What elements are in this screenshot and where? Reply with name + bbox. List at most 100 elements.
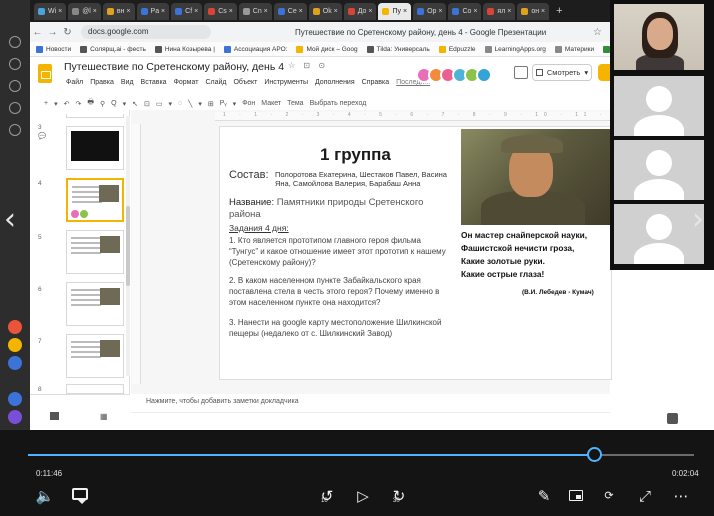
- toolbar-button[interactable]: ▾: [198, 100, 202, 108]
- toolbar-button[interactable]: +: [44, 100, 48, 107]
- browser-tab[interactable]: До ×: [343, 2, 377, 20]
- menu-item[interactable]: Объект: [233, 79, 257, 86]
- explore-icon[interactable]: [667, 413, 678, 424]
- toolbar-theme-button[interactable]: Тема: [287, 100, 303, 107]
- bookmark-item[interactable]: Ассоциация АРО:: [223, 45, 287, 53]
- menu-item[interactable]: Справка: [362, 79, 389, 86]
- poem-author[interactable]: (В.И. Лебедев - Кумач): [522, 289, 594, 296]
- toolbar-button[interactable]: ▾: [54, 100, 58, 108]
- app-icon[interactable]: [9, 58, 21, 70]
- current-slide[interactable]: 1 группа Состав: Полоротова Екатерина, Ш…: [219, 126, 612, 380]
- bookmark-item[interactable]: Edpuzzle: [438, 45, 476, 53]
- toolbar-button[interactable]: ▭: [156, 100, 163, 108]
- host-video-tile[interactable]: [614, 4, 704, 70]
- composition-label[interactable]: Состав:: [229, 169, 269, 181]
- play-icon[interactable]: ▷: [352, 485, 374, 507]
- toolbar-background-button[interactable]: Фон: [242, 100, 255, 107]
- app-icon[interactable]: [9, 80, 21, 92]
- captions-icon[interactable]: [72, 488, 88, 504]
- volume-icon[interactable]: 🔈: [34, 485, 56, 507]
- browser-tab[interactable]: Ce ×: [273, 2, 307, 20]
- slides-logo-icon[interactable]: [38, 64, 52, 83]
- forward-icon[interactable]: ↻ 30: [388, 485, 410, 507]
- app-dot-icon[interactable]: [8, 320, 22, 334]
- slide-thumbnail-selected[interactable]: [66, 178, 124, 222]
- presentation-title[interactable]: Путешествие по Сретенскому району, день …: [64, 61, 284, 73]
- app-icon[interactable]: [9, 124, 21, 136]
- menu-item[interactable]: Слайд: [205, 79, 226, 86]
- slide-thumbnail[interactable]: [66, 282, 124, 326]
- app-dot-icon[interactable]: [8, 392, 22, 406]
- menu-item[interactable]: Вид: [121, 79, 134, 86]
- browser-tab[interactable]: Co ×: [448, 2, 482, 20]
- browser-tab[interactable]: Op ×: [413, 2, 447, 20]
- bookmark-item[interactable]: Материки: [554, 45, 594, 53]
- new-tab-button[interactable]: +: [551, 5, 567, 17]
- draw-pen-icon[interactable]: ✎: [534, 485, 554, 507]
- browser-tab[interactable]: Cf ×: [171, 2, 203, 20]
- reload-icon[interactable]: ↻: [60, 27, 75, 38]
- browser-tab[interactable]: вн ×: [102, 2, 135, 20]
- browser-tab[interactable]: ял ×: [483, 2, 516, 20]
- menu-item[interactable]: Правка: [90, 79, 114, 86]
- thumbnail-scrollbar[interactable]: [126, 116, 130, 376]
- slide-thumbnail[interactable]: [66, 384, 124, 394]
- app-dot-icon[interactable]: [8, 410, 22, 424]
- browser-tab[interactable]: Cn ×: [238, 2, 272, 20]
- participant-tile[interactable]: [614, 204, 704, 264]
- comment-icon[interactable]: 💬: [38, 132, 46, 140]
- task-2[interactable]: 2. В каком населенном пункте Забайкальск…: [229, 275, 451, 308]
- browser-tab[interactable]: Pa ×: [136, 2, 170, 20]
- menu-item[interactable]: Формат: [174, 79, 199, 86]
- toolbar-button[interactable]: 🖶: [87, 98, 94, 109]
- filmstrip-view-icon[interactable]: [50, 412, 59, 420]
- toolbar-button[interactable]: ⊡: [144, 100, 150, 108]
- grid-view-icon[interactable]: ▦: [100, 412, 108, 421]
- browser-tab[interactable]: Ok ×: [308, 2, 342, 20]
- slide-thumbnail[interactable]: [66, 114, 124, 118]
- more-options-icon[interactable]: ⋯: [670, 485, 692, 507]
- app-dot-icon[interactable]: [8, 338, 22, 352]
- app-icon[interactable]: [9, 102, 21, 114]
- browser-tab[interactable]: он ×: [517, 2, 550, 20]
- toolbar-button[interactable]: ↷: [75, 100, 81, 108]
- picture-in-picture-icon[interactable]: [569, 490, 583, 501]
- soldier-photo[interactable]: [461, 129, 611, 225]
- menu-item[interactable]: Файл: [66, 79, 83, 86]
- toolbar-button[interactable]: ◌: [178, 100, 182, 107]
- toolbar-button[interactable]: ↶: [64, 100, 70, 108]
- bookmark-item[interactable]: Нина Козырева |: [154, 45, 215, 53]
- participant-tile[interactable]: [614, 76, 704, 136]
- star-move-status-icons[interactable]: ☆ ⊡ ⊙: [288, 61, 328, 70]
- composition-names[interactable]: Полоротова Екатерина, Шестаков Павел, Ва…: [275, 170, 455, 188]
- toolbar-layout-button[interactable]: Макет: [261, 100, 281, 107]
- slide-title[interactable]: 1 группа: [320, 145, 391, 165]
- task-3[interactable]: 3. Нанести на google карту местоположени…: [229, 317, 451, 339]
- chevron-left-icon[interactable]: ‹: [4, 200, 28, 240]
- menu-item[interactable]: Дополнения: [315, 79, 355, 86]
- back-icon[interactable]: ←: [30, 27, 45, 38]
- forward-icon[interactable]: →: [45, 27, 60, 38]
- app-icon[interactable]: [9, 36, 21, 48]
- slide-thumbnail[interactable]: [66, 230, 124, 274]
- collaborator-avatar[interactable]: [476, 67, 492, 83]
- url-field[interactable]: docs.google.com: [81, 25, 211, 39]
- bookmark-item[interactable]: Новости: [36, 45, 71, 53]
- browser-tab[interactable]: Wi ×: [34, 2, 67, 20]
- bookmark-item[interactable]: Солярщ.ai - фесть: [80, 45, 146, 53]
- toolbar-button[interactable]: ▾: [168, 100, 172, 108]
- fullscreen-icon[interactable]: ⤢: [634, 485, 656, 507]
- present-button[interactable]: Смотреть ▾: [532, 64, 592, 81]
- 360-view-icon[interactable]: ⟳: [598, 485, 620, 507]
- menu-item[interactable]: Вставка: [141, 79, 167, 86]
- rewind-icon[interactable]: ↺ 10: [316, 485, 338, 507]
- toolbar-button[interactable]: ▾: [123, 100, 127, 108]
- menu-item[interactable]: Инструменты: [264, 79, 308, 86]
- slide-thumbnail[interactable]: [66, 126, 124, 170]
- slide-thumbnail[interactable]: [66, 334, 124, 378]
- topic-text[interactable]: Название: Памятники природы Сретенского …: [229, 197, 429, 221]
- bookmark-star-icon[interactable]: ☆: [593, 27, 602, 38]
- bookmark-item[interactable]: Мой диск – Goog: [296, 45, 358, 53]
- bookmark-item[interactable]: Tilda: Универсаль: [366, 45, 430, 53]
- bookmark-item[interactable]: LearningApps.org: [484, 45, 546, 53]
